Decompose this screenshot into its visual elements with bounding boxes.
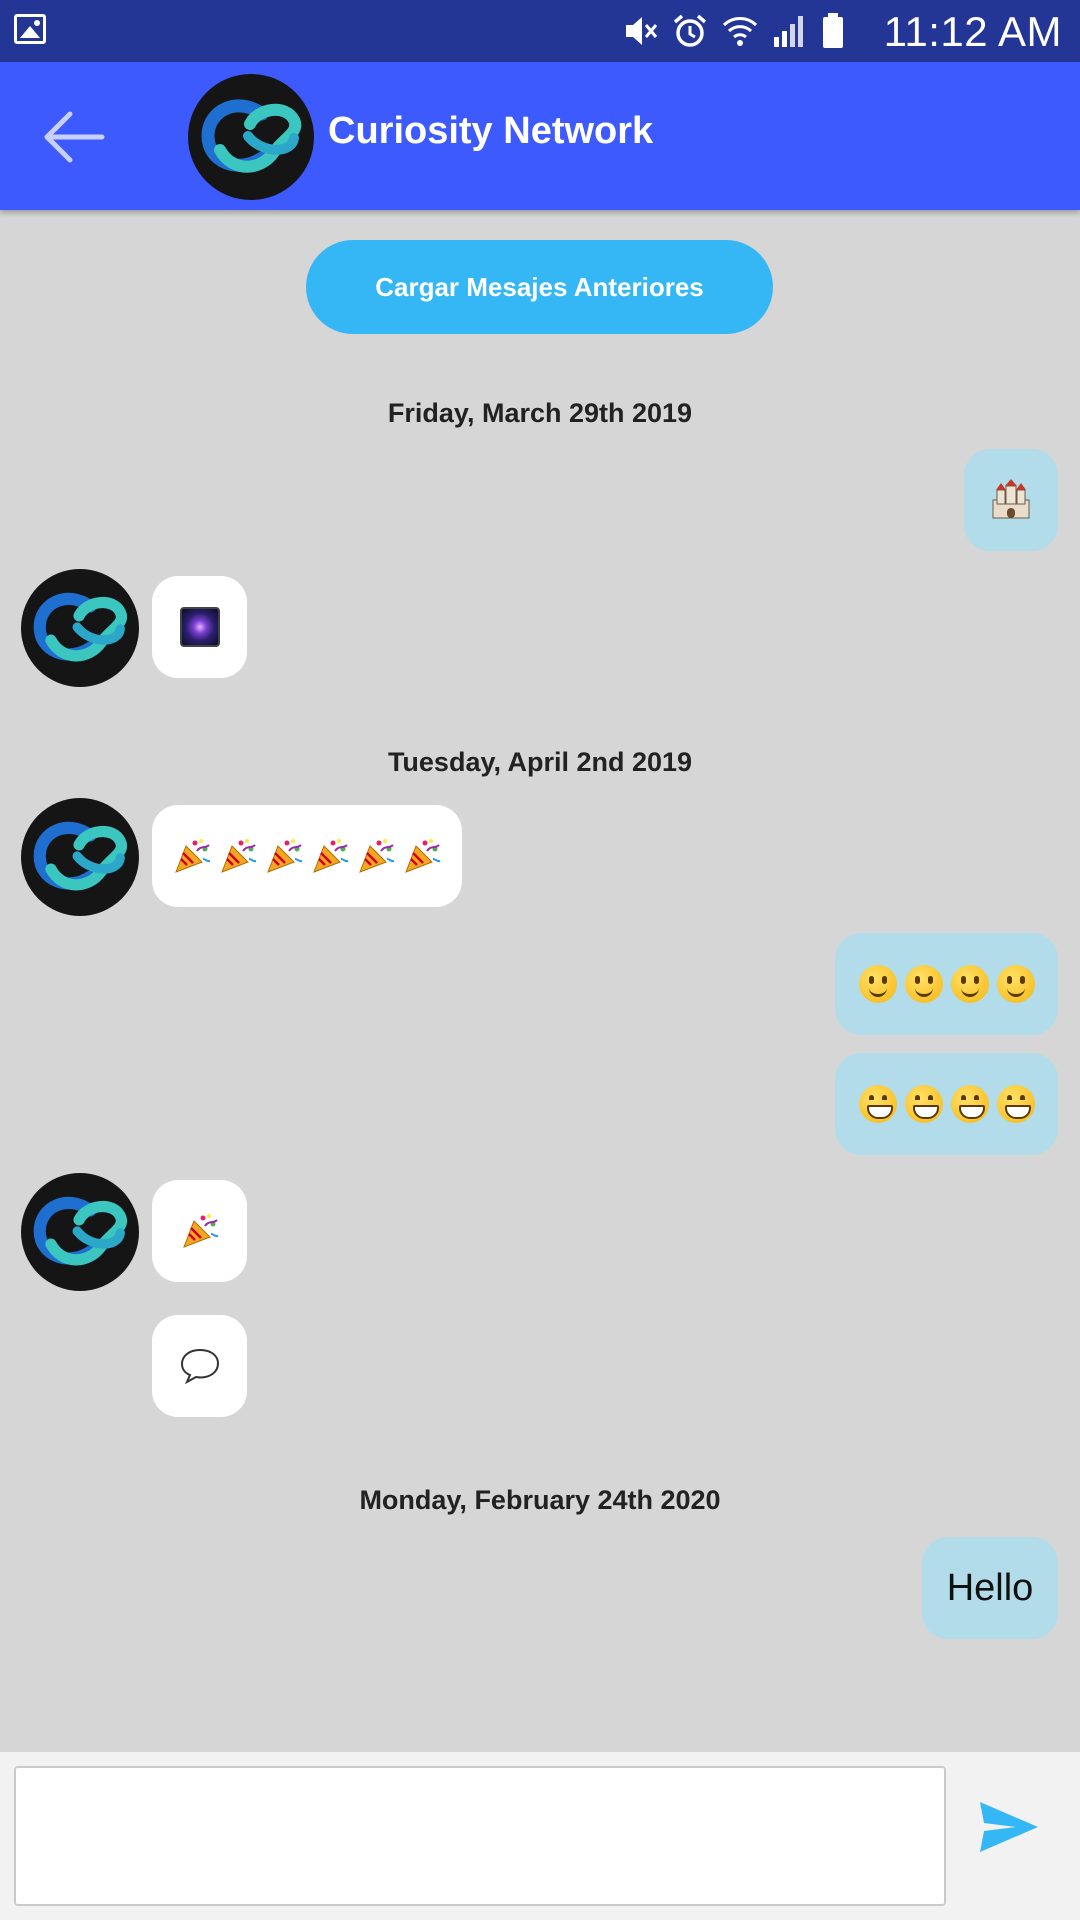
party-popper-emoji <box>357 837 395 875</box>
grinning-face-emoji <box>996 1085 1035 1123</box>
party-popper-emoji <box>181 1212 219 1250</box>
date-separator: Monday, February 24th 2020 <box>359 1485 721 1515</box>
date-separator: Friday, March 29th 2019 <box>387 398 693 428</box>
outgoing-message[interactable] <box>964 449 1058 551</box>
alarm-icon <box>673 14 707 47</box>
curiosity-logo-icon <box>33 592 128 662</box>
incoming-message[interactable] <box>152 1315 247 1417</box>
party-popper-emoji <box>311 837 349 875</box>
party-popper-emoji <box>265 837 303 875</box>
slightly-smiling-face-emoji <box>904 965 943 1003</box>
mute-icon <box>626 17 658 45</box>
grinning-face-emoji <box>858 1085 897 1123</box>
outgoing-message[interactable] <box>835 933 1058 1035</box>
smiley-row <box>858 965 1035 1003</box>
party-popper-emoji <box>219 837 257 875</box>
message-input[interactable] <box>14 1766 946 1906</box>
signal-icon <box>774 16 803 47</box>
date-separator: Tuesday, April 2nd 2019 <box>387 747 693 777</box>
incoming-message[interactable] <box>152 1180 247 1282</box>
outgoing-message[interactable] <box>835 1053 1058 1155</box>
contact-avatar[interactable] <box>21 798 139 916</box>
curiosity-logo-icon <box>33 1196 128 1266</box>
load-older-messages-button[interactable]: Cargar Mesajes Anteriores <box>306 240 773 334</box>
app-bar: Curiosity Network <box>0 62 1080 210</box>
chat-title: Curiosity Network <box>328 110 654 152</box>
curiosity-logo-icon <box>33 821 128 891</box>
outgoing-message[interactable]: Hello <box>922 1537 1058 1639</box>
slightly-smiling-face-emoji <box>950 965 989 1003</box>
milky-way-emoji <box>179 607 220 647</box>
castle-emoji <box>992 479 1030 519</box>
party-popper-row <box>173 837 441 875</box>
message-composer <box>0 1752 1080 1920</box>
contact-avatar[interactable] <box>21 1173 139 1291</box>
grin-row <box>858 1085 1035 1123</box>
party-popper-emoji <box>181 1212 219 1250</box>
party-popper-emoji <box>403 837 441 875</box>
contact-avatar[interactable] <box>21 569 139 687</box>
grinning-face-emoji <box>904 1085 943 1123</box>
wifi-icon <box>722 17 758 46</box>
battery-icon <box>823 13 843 48</box>
status-time: 11:12 AM <box>883 8 1062 55</box>
grinning-face-emoji <box>950 1085 989 1123</box>
send-icon[interactable] <box>976 1794 1042 1860</box>
status-bar: 11:12 AM <box>0 0 1080 62</box>
slightly-smiling-face-emoji <box>858 965 897 1003</box>
speech-balloon-emoji <box>180 1348 219 1385</box>
back-arrow-icon[interactable] <box>38 102 108 172</box>
contact-avatar[interactable] <box>188 74 314 200</box>
incoming-message[interactable] <box>152 576 247 678</box>
gallery-icon <box>14 14 46 44</box>
incoming-message[interactable] <box>152 805 462 907</box>
message-text: Hello <box>946 1566 1034 1609</box>
party-popper-emoji <box>173 837 211 875</box>
curiosity-logo-icon <box>201 99 302 173</box>
slightly-smiling-face-emoji <box>996 965 1035 1003</box>
